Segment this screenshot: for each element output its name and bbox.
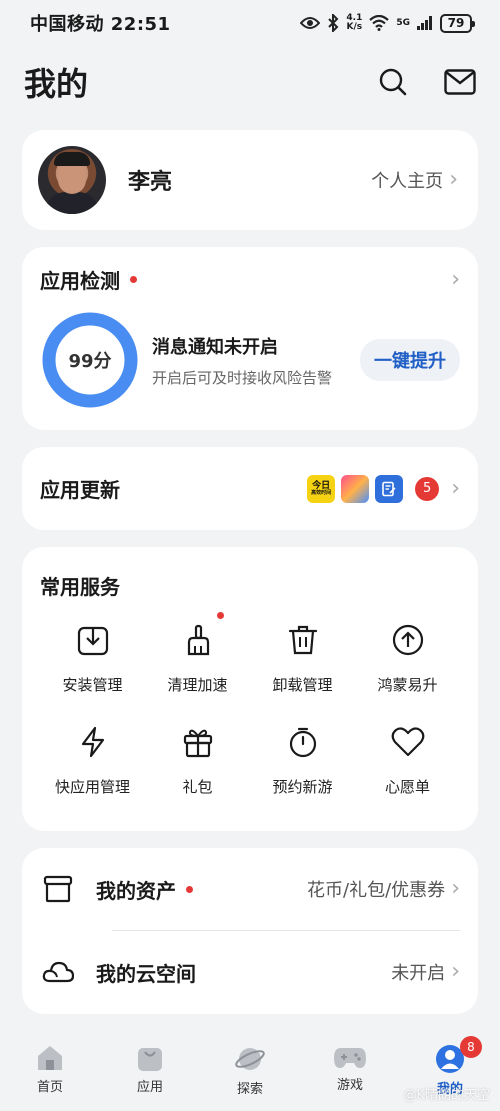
chevron-right-icon: › xyxy=(449,167,458,192)
chevron-right-icon: › xyxy=(451,475,460,501)
status-bar: 中国移动 22:51 4.1 K/s 5G 79 xyxy=(0,0,500,46)
my-cloud-value: 未开启 xyxy=(391,963,446,984)
eye-icon xyxy=(300,17,321,29)
notification-dot xyxy=(217,612,224,619)
chevron-right-icon: › xyxy=(451,876,460,901)
app-thumbnail-today: 今日 高效时间 xyxy=(307,474,336,503)
my-assets-label: 我的资产 xyxy=(96,878,176,903)
watermark: @K晴朗的天空 xyxy=(403,1088,490,1103)
my-assets-row[interactable]: 我的资产 花币/礼包/优惠券 › xyxy=(40,848,460,930)
status-icons: 4.1 K/s 5G 79 xyxy=(300,13,475,33)
battery-indicator: 79 xyxy=(440,13,475,33)
notification-dot xyxy=(130,276,137,283)
app-detection-card[interactable]: 应用检测 › 99分 消息通知未开启 开启后可及时接收风险告警 一键提升 xyxy=(22,247,478,430)
tab-games[interactable]: 游戏 xyxy=(310,1044,390,1093)
user-name: 李亮 xyxy=(128,170,173,195)
broom-icon xyxy=(176,618,220,662)
home-icon xyxy=(38,1046,62,1070)
page-header: 我的 xyxy=(24,56,476,108)
app-update-card[interactable]: 应用更新 今日 高效时间 5 › xyxy=(22,447,478,530)
wifi-icon xyxy=(369,15,390,31)
service-gift-pack[interactable]: 礼包 xyxy=(145,720,250,810)
gift-icon xyxy=(176,720,220,764)
app-thumbnail-colorful xyxy=(341,474,370,503)
gamepad-icon xyxy=(334,1048,366,1068)
planet-icon xyxy=(235,1048,265,1070)
tab-me-badge: 8 xyxy=(460,1036,482,1058)
tab-explore[interactable]: 探索 xyxy=(210,1044,290,1097)
box-icon xyxy=(40,875,76,903)
page-title: 我的 xyxy=(24,65,89,103)
tab-home[interactable]: 首页 xyxy=(10,1044,90,1095)
app-update-title: 应用更新 xyxy=(40,478,120,502)
service-clean-speed[interactable]: 清理加速 xyxy=(145,612,250,708)
service-uninstall-manage[interactable]: 卸载管理 xyxy=(250,618,355,708)
net-speed: 4.1 K/s xyxy=(346,13,363,32)
chevron-right-icon: › xyxy=(451,959,460,984)
service-harmony-upgrade[interactable]: 鸿蒙易升 xyxy=(355,618,460,708)
service-quick-app-manage[interactable]: 快应用管理 xyxy=(40,720,145,810)
app-thumbnail-notes xyxy=(375,474,404,503)
score-value: 99分 xyxy=(68,351,112,372)
service-install-manage[interactable]: 安装管理 xyxy=(40,618,145,708)
install-icon xyxy=(71,618,115,662)
assets-card: 我的资产 花币/礼包/优惠券 › 我的云空间 未开启 › xyxy=(22,848,478,1014)
detection-message: 消息通知未开启 xyxy=(152,336,278,358)
trash-icon xyxy=(281,618,325,662)
mail-icon[interactable] xyxy=(444,69,476,95)
score-ring: 99分 xyxy=(40,310,140,410)
arrow-up-circle-icon xyxy=(386,618,430,662)
search-icon[interactable] xyxy=(378,67,408,97)
update-count-badge: 5 xyxy=(415,476,440,501)
avatar[interactable] xyxy=(38,146,106,214)
signal-icon xyxy=(417,16,432,30)
my-cloud-label: 我的云空间 xyxy=(96,961,196,986)
service-reserve-games[interactable]: 预约新游 xyxy=(250,720,355,810)
one-click-improve-button[interactable]: 一键提升 xyxy=(360,339,460,381)
my-cloud-row[interactable]: 我的云空间 未开启 › xyxy=(40,931,460,1013)
bluetooth-icon xyxy=(328,14,339,32)
lightning-icon xyxy=(71,720,115,764)
stopwatch-icon xyxy=(281,720,325,764)
profile-card[interactable]: 李亮 个人主页 › xyxy=(22,130,478,230)
service-wishlist[interactable]: 心愿单 xyxy=(355,720,460,810)
services-title: 常用服务 xyxy=(40,575,120,599)
carrier-time: 中国移动 22:51 xyxy=(30,14,171,35)
app-detection-title: 应用检测 xyxy=(40,269,120,293)
profile-link-label: 个人主页 xyxy=(371,171,444,192)
common-services-card: 常用服务 安装管理 清理加速 卸载管理 鸿蒙易升 快应用管理 礼包 预约新游 心… xyxy=(22,547,478,831)
profile-link[interactable]: 个人主页 › xyxy=(371,167,458,193)
signal-type: 5G xyxy=(396,18,410,28)
cloud-icon xyxy=(40,961,76,983)
heart-icon xyxy=(386,720,430,764)
chevron-right-icon[interactable]: › xyxy=(451,268,460,291)
detection-subtext: 开启后可及时接收风险告警 xyxy=(152,368,333,387)
bag-icon xyxy=(138,1048,162,1071)
my-assets-value: 花币/礼包/优惠券 xyxy=(307,880,446,901)
tab-apps[interactable]: 应用 xyxy=(110,1044,190,1095)
notification-dot xyxy=(186,885,193,893)
